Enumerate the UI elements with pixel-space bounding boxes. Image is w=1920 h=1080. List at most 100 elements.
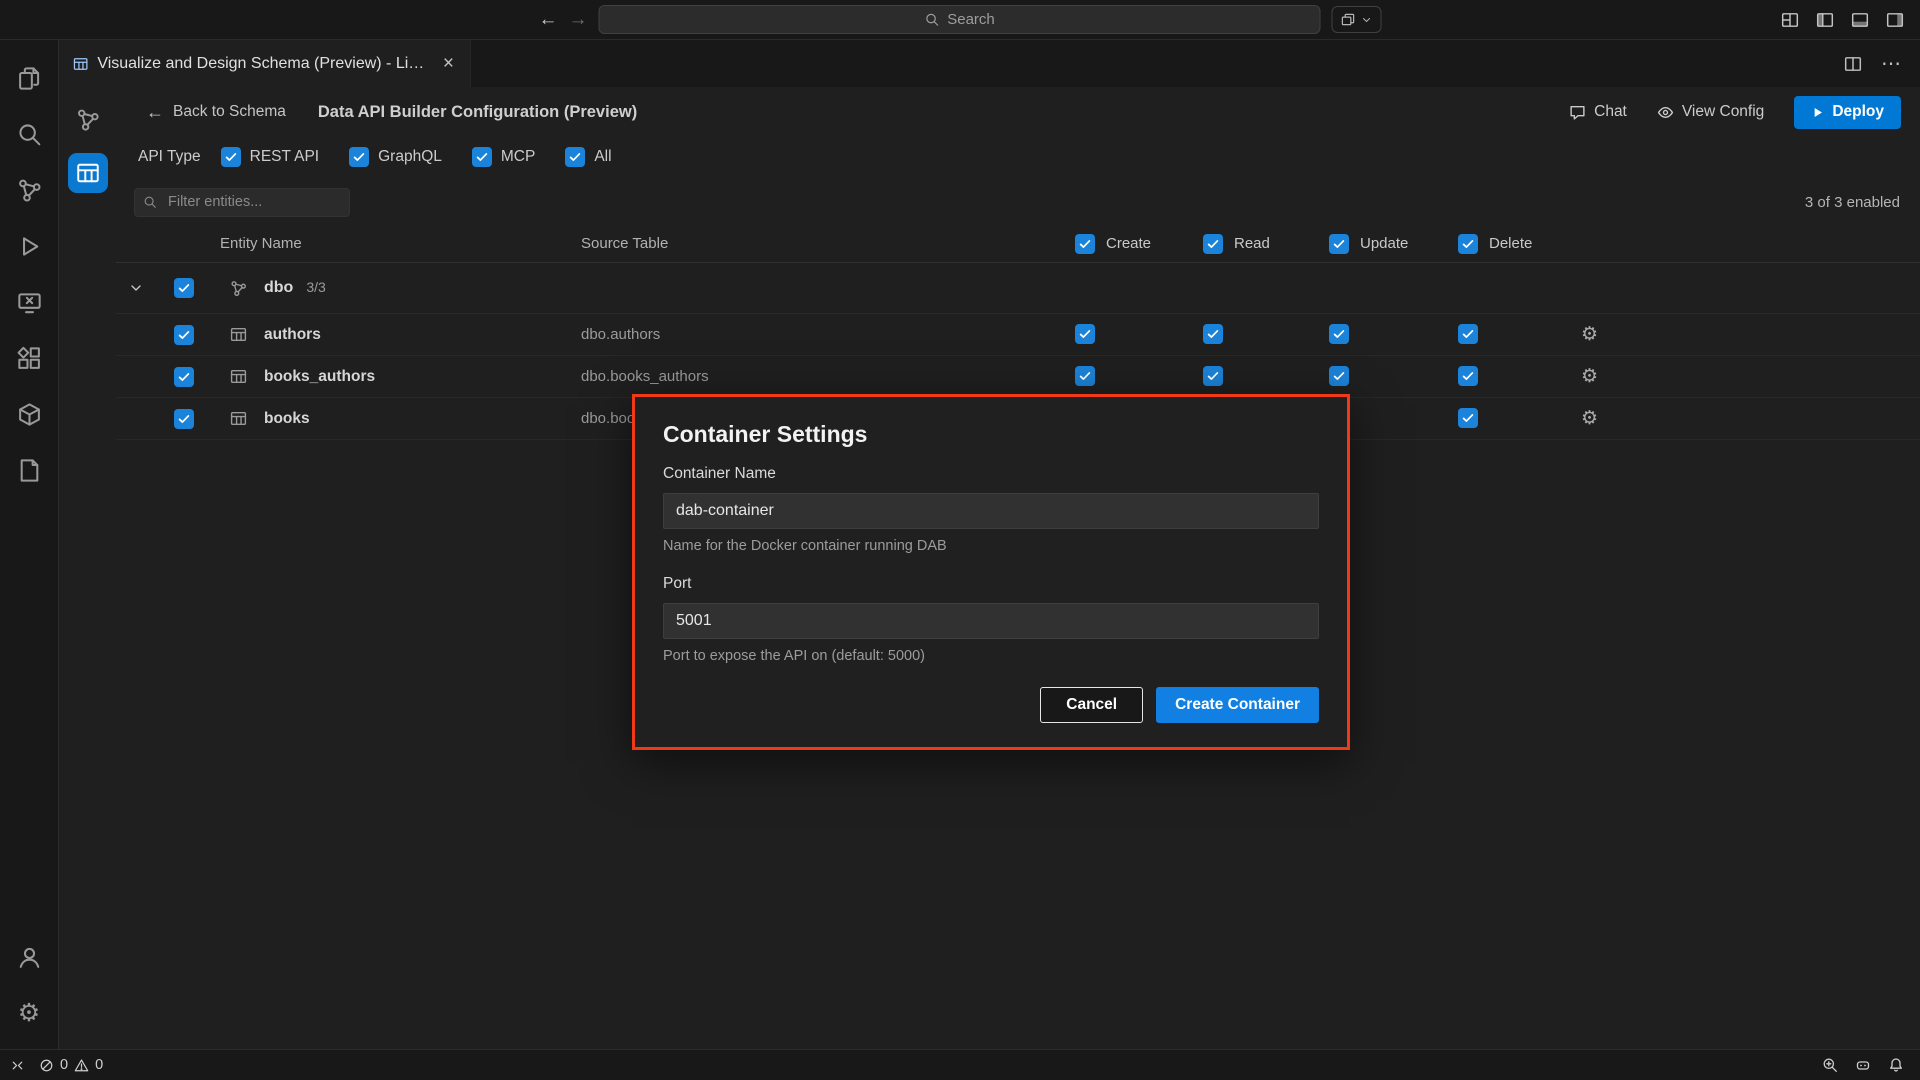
extensions-icon[interactable] xyxy=(5,330,53,386)
schema-table-icon xyxy=(73,56,88,72)
toggle-primary-sidebar-icon[interactable] xyxy=(1816,11,1834,29)
entity-name: books xyxy=(264,410,581,428)
update-checkbox[interactable] xyxy=(1329,366,1349,386)
rest-api-checkbox[interactable] xyxy=(221,147,241,167)
account-icon[interactable] xyxy=(5,929,53,985)
api-option-mcp[interactable]: MCP xyxy=(472,147,535,167)
copilot-icon[interactable] xyxy=(1855,1057,1871,1073)
split-editor-icon[interactable] xyxy=(1844,55,1862,73)
search-view-icon[interactable] xyxy=(5,106,53,162)
api-type-label: API Type xyxy=(138,148,201,166)
row-settings-gear-icon[interactable]: ⚙ xyxy=(1581,323,1598,345)
toggle-panel-icon[interactable] xyxy=(1851,11,1869,29)
api-option-rest[interactable]: REST API xyxy=(221,147,320,167)
schema-group-row[interactable]: dbo3/3 xyxy=(116,263,1920,314)
row-enabled-checkbox[interactable] xyxy=(174,367,194,387)
create-checkbox[interactable] xyxy=(1075,366,1095,386)
warnings-count: 0 xyxy=(95,1057,103,1073)
delete-checkbox[interactable] xyxy=(1458,408,1478,428)
update-all-checkbox[interactable] xyxy=(1329,234,1349,254)
enabled-summary: 3 of 3 enabled xyxy=(1805,194,1900,211)
filter-entities-input[interactable] xyxy=(134,188,350,217)
run-debug-icon[interactable] xyxy=(5,218,53,274)
port-help: Port to expose the API on (default: 5000… xyxy=(663,648,1319,664)
group-collapse-chevron[interactable] xyxy=(116,280,156,296)
layout-iterate-button[interactable] xyxy=(1332,6,1382,33)
deploy-button[interactable]: Deploy xyxy=(1794,96,1901,129)
history-back-button[interactable]: ← xyxy=(539,9,558,31)
titlebar-layout-controls xyxy=(1781,11,1920,29)
create-header-label: Create xyxy=(1106,235,1151,252)
all-checkbox[interactable] xyxy=(565,147,585,167)
group-checkbox[interactable] xyxy=(174,278,194,298)
mcp-checkbox[interactable] xyxy=(472,147,492,167)
entities-table-header: Entity Name Source Table Create Read xyxy=(116,225,1920,263)
remote-indicator-icon xyxy=(10,1058,25,1073)
source-table-header: Source Table xyxy=(581,235,1075,252)
remote-indicator[interactable] xyxy=(10,1058,25,1073)
database-projects-icon[interactable] xyxy=(5,386,53,442)
dab-config-view-icon[interactable] xyxy=(68,153,108,193)
row-settings-gear-icon[interactable]: ⚙ xyxy=(1581,365,1598,387)
entity-source: dbo.authors xyxy=(581,326,1075,343)
chevron-down-icon xyxy=(1361,14,1373,26)
zoom-icon[interactable] xyxy=(1822,1057,1838,1073)
api-option-graphql[interactable]: GraphQL xyxy=(349,147,442,167)
more-actions-icon[interactable]: ⋯ xyxy=(1881,51,1902,76)
delete-all-checkbox[interactable] xyxy=(1458,234,1478,254)
chat-button[interactable]: Chat xyxy=(1569,103,1627,121)
read-checkbox[interactable] xyxy=(1203,324,1223,344)
global-search-box[interactable]: Search xyxy=(599,5,1321,34)
tab-close-icon[interactable]: × xyxy=(439,52,458,75)
dialog-title: Container Settings xyxy=(663,421,1319,448)
play-icon xyxy=(1811,106,1824,119)
page-title: Data API Builder Configuration (Preview) xyxy=(318,103,637,122)
tab-visualize-design-schema[interactable]: Visualize and Design Schema (Preview) - … xyxy=(59,40,471,87)
view-config-button[interactable]: View Config xyxy=(1657,103,1764,121)
port-label: Port xyxy=(663,575,1319,593)
entity-name: authors xyxy=(264,326,581,344)
mcp-label: MCP xyxy=(501,148,535,166)
create-all-checkbox[interactable] xyxy=(1075,234,1095,254)
remote-explorer-icon[interactable] xyxy=(5,274,53,330)
layers-icon xyxy=(1341,12,1356,27)
table-row[interactable]: books_authors dbo.books_authors ⚙ xyxy=(116,356,1920,398)
filter-row: 3 of 3 enabled xyxy=(116,179,1920,225)
tabbar-actions: ⋯ xyxy=(1844,40,1920,87)
group-name: dbo xyxy=(264,279,293,296)
eye-icon xyxy=(1657,104,1674,121)
row-enabled-checkbox[interactable] xyxy=(174,325,194,345)
delete-checkbox[interactable] xyxy=(1458,324,1478,344)
create-container-button[interactable]: Create Container xyxy=(1156,687,1319,723)
update-checkbox[interactable] xyxy=(1329,324,1349,344)
filter-search-icon xyxy=(143,195,157,209)
problems-indicator[interactable]: 0 0 xyxy=(39,1057,103,1073)
row-enabled-checkbox[interactable] xyxy=(174,409,194,429)
notebook-icon[interactable] xyxy=(5,442,53,498)
toggle-secondary-sidebar-icon[interactable] xyxy=(1886,11,1904,29)
back-to-schema-link[interactable]: ← Back to Schema xyxy=(146,102,286,123)
notifications-bell-icon[interactable] xyxy=(1888,1057,1904,1073)
api-option-all[interactable]: All xyxy=(565,147,611,167)
table-row[interactable]: authors dbo.authors ⚙ xyxy=(116,314,1920,356)
search-icon xyxy=(924,12,939,27)
history-forward-button[interactable]: → xyxy=(569,9,588,31)
delete-checkbox[interactable] xyxy=(1458,366,1478,386)
entity-name: books_authors xyxy=(264,368,581,386)
schema-graph-icon[interactable] xyxy=(5,162,53,218)
customize-layout-icon[interactable] xyxy=(1781,11,1799,29)
status-bar: 0 0 xyxy=(0,1049,1920,1080)
cancel-button[interactable]: Cancel xyxy=(1040,687,1143,723)
settings-gear-icon[interactable]: ⚙ xyxy=(5,985,53,1041)
create-checkbox[interactable] xyxy=(1075,324,1095,344)
row-settings-gear-icon[interactable]: ⚙ xyxy=(1581,407,1598,429)
read-all-checkbox[interactable] xyxy=(1203,234,1223,254)
statusbar-right xyxy=(1822,1057,1904,1073)
port-input[interactable] xyxy=(663,603,1319,639)
graphql-checkbox[interactable] xyxy=(349,147,369,167)
container-name-field-group: Container Name Name for the Docker conta… xyxy=(663,465,1319,554)
explorer-icon[interactable] xyxy=(5,50,53,106)
read-checkbox[interactable] xyxy=(1203,366,1223,386)
schema-designer-view-icon[interactable] xyxy=(68,100,108,140)
container-name-input[interactable] xyxy=(663,493,1319,529)
